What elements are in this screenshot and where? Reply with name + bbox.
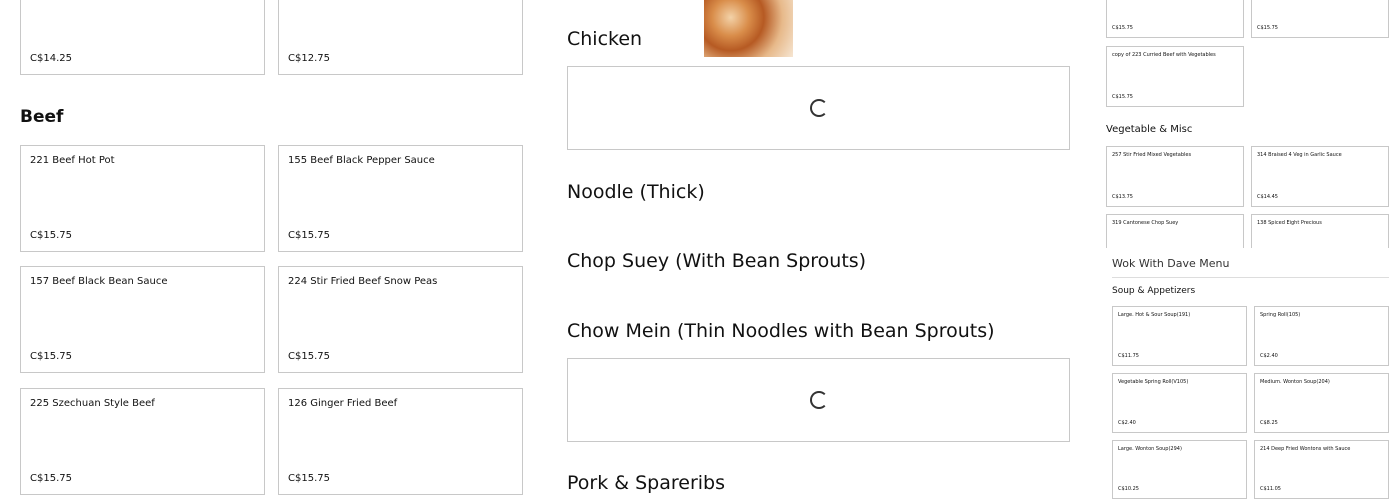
item-name: 126 Ginger Fried Beef <box>288 398 398 409</box>
item-name: Vegetable Spring Roll(V105) <box>1118 379 1189 385</box>
menu-item-card[interactable]: 257 Stir Fried Mixed Vegetables C$13.75 <box>1106 146 1244 207</box>
item-price: C$15.75 <box>1112 94 1133 100</box>
item-price: C$15.75 <box>288 230 330 241</box>
category-heading-chicken: Chicken <box>567 28 643 50</box>
menu-item-card[interactable]: 214 Deep Fried Wontons with Sauce C$11.0… <box>1254 440 1389 499</box>
item-name: Spring Roll(105) <box>1260 312 1301 318</box>
item-name: 225 Szechuan Style Beef <box>30 398 155 409</box>
category-heading-soup: Soup & Appetizers <box>1112 286 1196 296</box>
category-heading-vegetable: Vegetable & Misc <box>1106 124 1193 135</box>
divider <box>1112 277 1389 278</box>
item-price: C$15.75 <box>1257 25 1278 31</box>
loading-spinner-icon <box>809 99 828 117</box>
item-price: C$8.25 <box>1260 420 1278 426</box>
menu-item-card[interactable]: C$15.75 <box>1251 0 1389 38</box>
item-name: Large. Hot & Sour Soup(191) <box>1118 312 1191 318</box>
item-price: C$12.75 <box>288 53 330 64</box>
category-heading-chop-suey: Chop Suey (With Bean Sprouts) <box>567 250 867 272</box>
item-name: 157 Beef Black Bean Sauce <box>30 276 168 287</box>
menu-item-card[interactable]: Large. Wonton Soup(294) C$10.25 <box>1112 440 1247 499</box>
menu-item-card[interactable]: 314 Braised 4 Veg in Garlic Sauce C$14.4… <box>1251 146 1389 207</box>
item-name: 224 Stir Fried Beef Snow Peas <box>288 276 438 287</box>
menu-item-card[interactable]: C$15.75 <box>1106 0 1244 38</box>
item-price: C$15.75 <box>30 351 72 362</box>
item-price: C$11.05 <box>1260 486 1281 492</box>
item-price: C$14.45 <box>1257 194 1278 200</box>
item-name: 319 Cantonese Chop Suey <box>1112 220 1179 226</box>
item-price: C$14.25 <box>30 53 72 64</box>
menu-item-card[interactable]: Large. Hot & Sour Soup(191) C$11.75 <box>1112 306 1247 366</box>
loading-spinner-icon <box>809 391 828 409</box>
category-heading-chow-mein: Chow Mein (Thin Noodles with Bean Sprout… <box>567 320 995 342</box>
item-price: C$15.75 <box>288 351 330 362</box>
item-price: C$2.40 <box>1118 420 1136 426</box>
item-price: C$10.25 <box>1118 486 1139 492</box>
menu-item-card[interactable]: 126 Ginger Fried Beef C$15.75 <box>278 388 523 495</box>
item-name: 221 Beef Hot Pot <box>30 155 115 166</box>
item-name: Medium. Wonton Soup(204) <box>1260 379 1330 385</box>
loading-panel <box>567 66 1070 150</box>
menu-item-card[interactable]: Vegetable Spring Roll(V105) C$2.40 <box>1112 373 1247 433</box>
menu-item-card[interactable]: copy of 223 Curried Beef with Vegetables… <box>1106 46 1244 107</box>
menu-item-card[interactable]: Medium. Wonton Soup(204) C$8.25 <box>1254 373 1389 433</box>
item-price: C$2.40 <box>1260 353 1278 359</box>
item-price: C$15.75 <box>1112 25 1133 31</box>
menu-preview-top: C$15.75 C$15.75 copy of 223 Curried Beef… <box>1100 0 1400 248</box>
menu-item-card[interactable]: Spring Roll(105) C$2.40 <box>1254 306 1389 366</box>
menu-item-card[interactable]: 221 Beef Hot Pot C$15.75 <box>20 145 265 252</box>
menu-item-card[interactable]: 157 Beef Black Bean Sauce C$15.75 <box>20 266 265 373</box>
item-price: C$13.75 <box>1112 194 1133 200</box>
item-price: C$15.75 <box>30 473 72 484</box>
item-price: C$15.75 <box>30 230 72 241</box>
menu-item-card[interactable]: 155 Beef Black Pepper Sauce C$15.75 <box>278 145 523 252</box>
item-name: Large. Wonton Soup(294) <box>1118 446 1182 452</box>
loading-panel <box>567 358 1070 442</box>
menu-item-card[interactable]: 224 Stir Fried Beef Snow Peas C$15.75 <box>278 266 523 373</box>
menu-item-card[interactable]: C$14.25 <box>20 0 265 75</box>
item-name: copy of 223 Curried Beef with Vegetables <box>1112 52 1216 58</box>
menu-item-card[interactable]: C$12.75 <box>278 0 793 75</box>
category-heading-noodle: Noodle (Thick) <box>567 181 705 203</box>
item-price: C$15.75 <box>288 473 330 484</box>
menu-item-card[interactable]: 225 Szechuan Style Beef C$15.75 <box>20 388 265 495</box>
item-price: C$11.75 <box>1118 353 1139 359</box>
item-name: 214 Deep Fried Wontons with Sauce <box>1260 446 1351 452</box>
food-image <box>704 0 793 57</box>
category-heading-pork: Pork & Spareribs <box>567 472 726 494</box>
item-name: 314 Braised 4 Veg in Garlic Sauce <box>1257 152 1342 158</box>
item-name: 138 Spiced Eight Precious <box>1257 220 1322 226</box>
menu-title: Wok With Dave Menu <box>1112 257 1230 270</box>
category-heading-beef: Beef <box>20 107 64 127</box>
menu-item-card[interactable]: 319 Cantonese Chop Suey <box>1106 214 1244 248</box>
item-name: 257 Stir Fried Mixed Vegetables <box>1112 152 1192 158</box>
item-name: 155 Beef Black Pepper Sauce <box>288 155 435 166</box>
menu-item-card[interactable]: 138 Spiced Eight Precious <box>1251 214 1389 248</box>
